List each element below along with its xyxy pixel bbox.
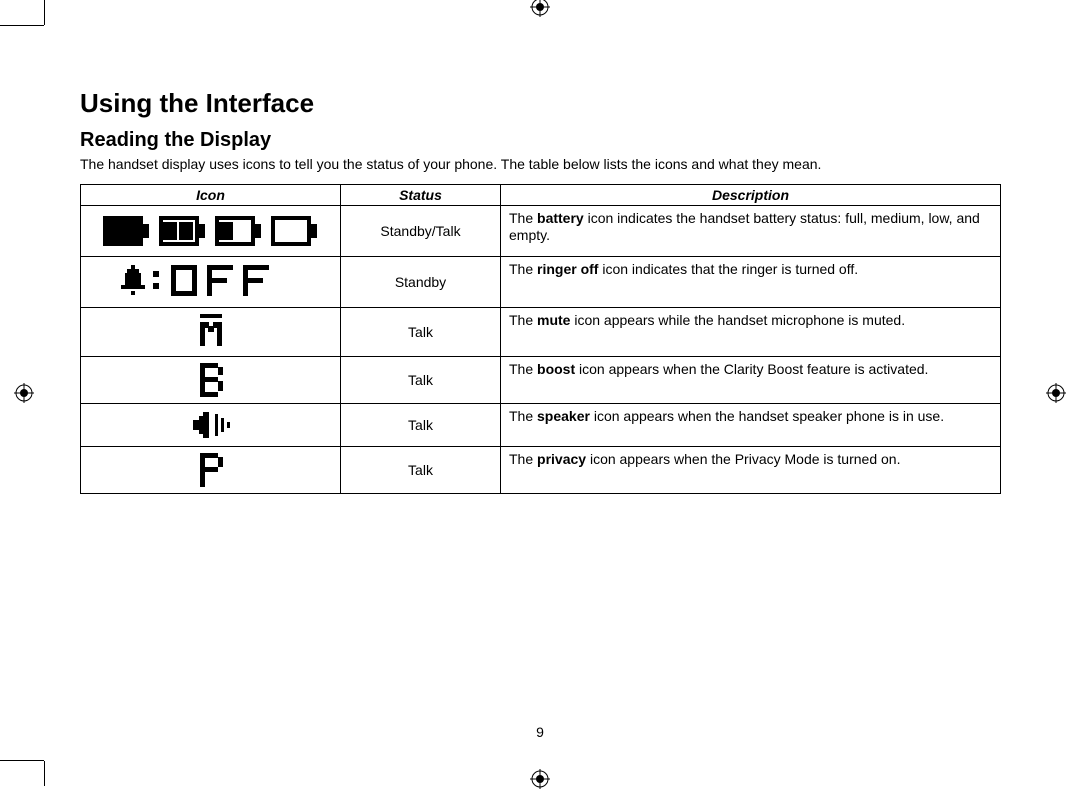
description-cell: The battery icon indicates the handset b… bbox=[501, 205, 1001, 256]
boost-icon bbox=[81, 356, 341, 403]
desc-text: The bbox=[509, 210, 537, 226]
privacy-icon bbox=[81, 446, 341, 493]
crop-mark bbox=[44, 0, 45, 25]
desc-text: icon appears when the Clarity Boost feat… bbox=[575, 361, 928, 377]
status-cell: Talk bbox=[341, 307, 501, 356]
page-number: 9 bbox=[536, 724, 544, 740]
desc-text: The bbox=[509, 261, 537, 277]
desc-bold: boost bbox=[537, 361, 575, 377]
desc-text: icon indicates that the ringer is turned… bbox=[598, 261, 858, 277]
desc-text: The bbox=[509, 312, 537, 328]
desc-bold: ringer off bbox=[537, 261, 598, 277]
ringer-off-icon bbox=[81, 256, 341, 307]
intro-paragraph: The handset display uses icons to tell y… bbox=[80, 156, 1000, 174]
table-row: Standby The ringer off icon indicates th… bbox=[81, 256, 1001, 307]
icon-table: Icon Status Description bbox=[80, 184, 1001, 494]
desc-bold: speaker bbox=[537, 408, 590, 424]
status-cell: Standby/Talk bbox=[341, 205, 501, 256]
table-row: Talk The boost icon appears when the Cla… bbox=[81, 356, 1001, 403]
section-title: Reading the Display bbox=[80, 129, 1000, 152]
registration-mark-icon bbox=[14, 383, 34, 403]
table-row: Talk The speaker icon appears when the h… bbox=[81, 403, 1001, 446]
desc-text: icon appears when the Privacy Mode is tu… bbox=[586, 451, 900, 467]
table-row: Talk The privacy icon appears when the P… bbox=[81, 446, 1001, 493]
header-description: Description bbox=[501, 184, 1001, 205]
registration-mark-icon bbox=[1046, 383, 1066, 403]
table-row: Talk The mute icon appears while the han… bbox=[81, 307, 1001, 356]
description-cell: The speaker icon appears when the handse… bbox=[501, 403, 1001, 446]
desc-text: icon appears when the handset speaker ph… bbox=[590, 408, 944, 424]
registration-mark-icon bbox=[530, 0, 550, 17]
desc-text: icon appears while the handset microphon… bbox=[570, 312, 905, 328]
desc-text: The bbox=[509, 408, 537, 424]
status-cell: Talk bbox=[341, 356, 501, 403]
desc-text: The bbox=[509, 361, 537, 377]
status-cell: Talk bbox=[341, 446, 501, 493]
status-cell: Talk bbox=[341, 403, 501, 446]
speaker-icon bbox=[81, 403, 341, 446]
table-row: Standby/Talk The battery icon indicates … bbox=[81, 205, 1001, 256]
table-header-row: Icon Status Description bbox=[81, 184, 1001, 205]
header-status: Status bbox=[341, 184, 501, 205]
desc-bold: battery bbox=[537, 210, 584, 226]
description-cell: The privacy icon appears when the Privac… bbox=[501, 446, 1001, 493]
header-icon: Icon bbox=[81, 184, 341, 205]
crop-mark bbox=[44, 761, 45, 786]
page-content: Using the Interface Reading the Display … bbox=[80, 88, 1000, 494]
description-cell: The ringer off icon indicates that the r… bbox=[501, 256, 1001, 307]
status-cell: Standby bbox=[341, 256, 501, 307]
battery-levels-icon bbox=[81, 205, 341, 256]
registration-mark-icon bbox=[530, 769, 550, 789]
description-cell: The boost icon appears when the Clarity … bbox=[501, 356, 1001, 403]
crop-mark bbox=[0, 760, 44, 761]
mute-icon bbox=[81, 307, 341, 356]
desc-text: The bbox=[509, 451, 537, 467]
description-cell: The mute icon appears while the handset … bbox=[501, 307, 1001, 356]
desc-bold: mute bbox=[537, 312, 570, 328]
crop-mark bbox=[0, 25, 44, 26]
desc-bold: privacy bbox=[537, 451, 586, 467]
page-title: Using the Interface bbox=[80, 88, 1000, 119]
